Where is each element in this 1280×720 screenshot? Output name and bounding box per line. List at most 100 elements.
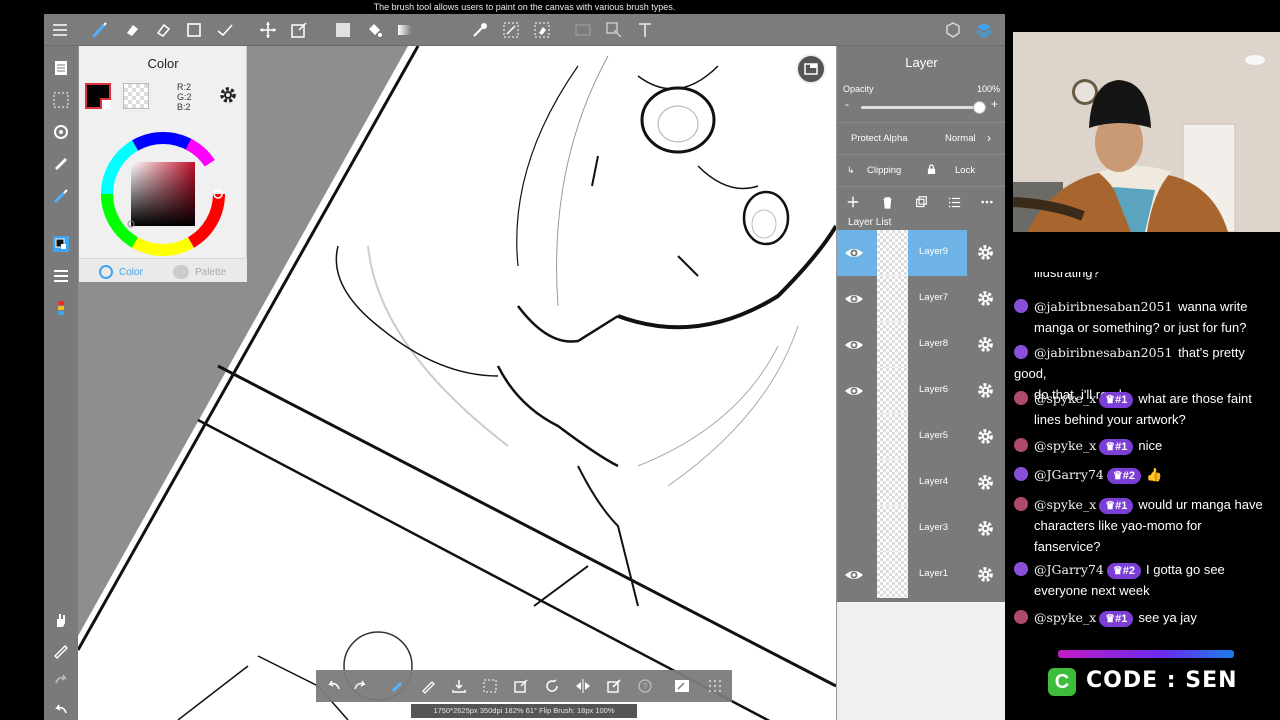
- eraser-tool-icon[interactable]: [120, 18, 144, 42]
- layer-row[interactable]: Layer3: [837, 506, 1005, 552]
- tab-color[interactable]: Color: [99, 265, 143, 279]
- page-manager-icon[interactable]: [49, 56, 73, 80]
- protect-alpha-button[interactable]: Protect Alpha: [851, 133, 908, 144]
- opacity-decrease-button[interactable]: -: [845, 97, 849, 111]
- chat-rank-badge: ♛#1: [1099, 392, 1134, 408]
- transform-tool-icon[interactable]: [287, 18, 311, 42]
- eyedropper-tool-icon[interactable]: [468, 18, 492, 42]
- undo-icon[interactable]: [49, 698, 73, 720]
- layer-settings-gear-icon[interactable]: [976, 565, 995, 584]
- layer-settings-gear-icon[interactable]: [976, 473, 995, 492]
- rotate-icon[interactable]: [542, 676, 562, 696]
- layer-visibility-eye-icon[interactable]: [844, 381, 864, 401]
- layer-visibility-eye-icon[interactable]: [844, 243, 864, 263]
- chat-text: wanna write: [1178, 299, 1248, 314]
- menu-icon[interactable]: [48, 18, 72, 42]
- save-icon[interactable]: [449, 676, 469, 696]
- layer-settings-gear-icon[interactable]: [976, 289, 995, 308]
- chat-username[interactable]: @spyke_x: [1034, 497, 1096, 512]
- layer-settings-gear-icon[interactable]: [976, 427, 995, 446]
- fill-color-icon[interactable]: [331, 18, 355, 42]
- layer-visibility-eye-icon[interactable]: [844, 289, 864, 309]
- undo-bottom-icon[interactable]: [324, 676, 344, 696]
- zoom-fit-icon[interactable]: [511, 676, 531, 696]
- tab-palette[interactable]: Palette: [173, 265, 226, 279]
- layer-settings-gear-icon[interactable]: [976, 519, 995, 538]
- materials-icon[interactable]: [941, 18, 965, 42]
- duplicate-layer-icon[interactable]: [911, 192, 931, 212]
- shape-tool-icon[interactable]: [182, 18, 206, 42]
- opacity-slider-knob[interactable]: [973, 101, 986, 114]
- chat-username[interactable]: @JGarry74: [1034, 467, 1104, 482]
- background-color-swatch[interactable]: [123, 83, 149, 109]
- color-swatch-icon[interactable]: [49, 232, 73, 256]
- layer-row[interactable]: Layer1: [837, 552, 1005, 598]
- layer-settings-gear-icon[interactable]: [976, 381, 995, 400]
- chat-text-continued: manga or something? or just for fun?: [1034, 320, 1247, 335]
- chat-username[interactable]: @spyke_x: [1034, 610, 1096, 625]
- layer-row[interactable]: Layer9: [837, 230, 1005, 276]
- layer-visibility-eye-icon[interactable]: [844, 565, 864, 585]
- chat-username[interactable]: @JGarry74: [1034, 562, 1104, 577]
- redo-bottom-icon[interactable]: [350, 676, 370, 696]
- layer-settings-gear-icon[interactable]: [976, 335, 995, 354]
- ruler-icon[interactable]: [49, 152, 73, 176]
- edit-icon[interactable]: [604, 676, 624, 696]
- bucket-tool-icon[interactable]: [362, 18, 386, 42]
- add-layer-icon[interactable]: [843, 192, 863, 212]
- layer-row[interactable]: Layer7: [837, 276, 1005, 322]
- blend-mode-select[interactable]: Normal: [945, 133, 976, 144]
- layer-row[interactable]: Layer6: [837, 368, 1005, 414]
- snap-icon[interactable]: [49, 120, 73, 144]
- grid-dots-icon[interactable]: [705, 676, 725, 696]
- layer-settings-gear-icon[interactable]: [976, 243, 995, 262]
- delete-layer-icon[interactable]: [877, 192, 897, 212]
- chat-username[interactable]: @jabiribnesaban2051: [1034, 345, 1172, 360]
- select-eraser-tool-icon[interactable]: [530, 18, 554, 42]
- chat-username[interactable]: @jabiribnesaban2051: [1034, 299, 1172, 314]
- opacity-slider-track[interactable]: [861, 106, 979, 109]
- layer-list-view-icon[interactable]: [944, 192, 964, 212]
- pen-bottom-icon[interactable]: [418, 676, 438, 696]
- lock-button[interactable]: Lock: [955, 165, 975, 176]
- fullscreen-toggle-icon[interactable]: [796, 54, 826, 84]
- opacity-increase-button[interactable]: +: [991, 97, 998, 111]
- gradient-tool-icon[interactable]: [393, 18, 417, 42]
- layer-list-icon[interactable]: [49, 264, 73, 288]
- clipping-button[interactable]: Clipping: [867, 165, 901, 176]
- divide-tool-icon[interactable]: [602, 18, 626, 42]
- layer-visibility-eye-icon[interactable]: [844, 473, 864, 493]
- move-tool-icon[interactable]: [256, 18, 280, 42]
- chat-username[interactable]: @spyke_x: [1034, 391, 1096, 406]
- brush-list-icon[interactable]: [49, 296, 73, 320]
- layer-list: Layer9 Layer7 Layer8 Layer6 Layer5 Layer4 Laye…: [837, 230, 1005, 602]
- foreground-color-swatch[interactable]: [85, 83, 111, 109]
- text-tool-icon[interactable]: [633, 18, 657, 42]
- brush-bottom-icon[interactable]: [388, 676, 408, 696]
- layer-row[interactable]: Layer4: [837, 460, 1005, 506]
- select-brush-tool-icon[interactable]: [499, 18, 523, 42]
- layer-row[interactable]: Layer5: [837, 414, 1005, 460]
- select-pen-tool-icon[interactable]: [213, 18, 237, 42]
- more-options-icon[interactable]: [977, 192, 997, 212]
- layer-visibility-eye-icon[interactable]: [844, 519, 864, 539]
- panel-tool-icon[interactable]: [571, 18, 595, 42]
- chat-username[interactable]: @spyke_x: [1034, 438, 1096, 453]
- layers-icon[interactable]: [972, 18, 996, 42]
- selection-icon[interactable]: [49, 88, 73, 112]
- pen-quick-icon[interactable]: [49, 638, 73, 662]
- screen-icon[interactable]: [672, 676, 692, 696]
- hand-tool-icon[interactable]: [49, 608, 73, 632]
- layer-visibility-eye-icon[interactable]: [844, 427, 864, 447]
- brush-tool-icon[interactable]: [88, 18, 112, 42]
- color-wheel[interactable]: [99, 130, 227, 258]
- redo-icon[interactable]: [49, 668, 73, 692]
- eraser-alt-tool-icon[interactable]: [151, 18, 175, 42]
- layer-visibility-eye-icon[interactable]: [844, 335, 864, 355]
- brush-settings-icon[interactable]: [49, 184, 73, 208]
- help-icon[interactable]: ?: [635, 676, 655, 696]
- color-settings-gear-icon[interactable]: [217, 84, 239, 106]
- grid-icon[interactable]: [480, 676, 500, 696]
- layer-row[interactable]: Layer8: [837, 322, 1005, 368]
- flip-icon[interactable]: [573, 676, 593, 696]
